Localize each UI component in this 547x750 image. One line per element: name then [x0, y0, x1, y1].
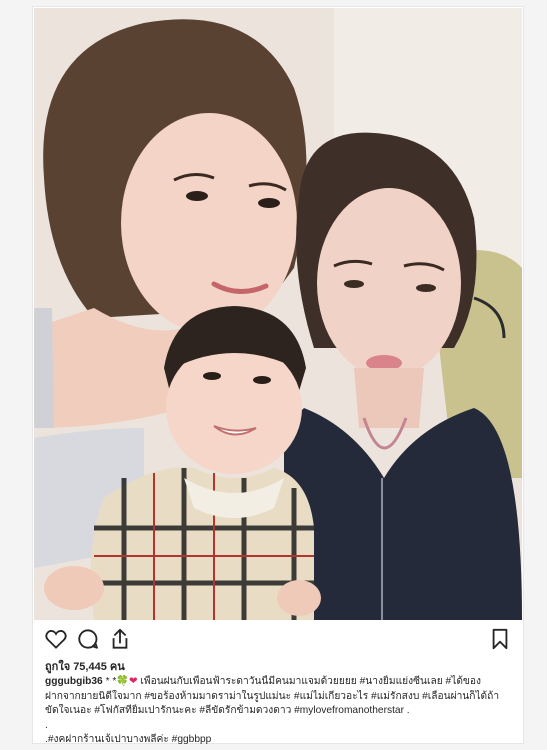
like-button[interactable] [43, 627, 69, 651]
comment-button[interactable] [75, 627, 101, 651]
post-photo-illustration [34, 8, 522, 620]
bookmark-icon [492, 628, 508, 650]
caption-line-5: .#งคฝากร้านเจ้เปาบางพลีค่ะ #ggbbpp [45, 734, 212, 746]
heart-outline-icon [45, 630, 67, 649]
post-caption: gggubgib36 * *🍀❤ เพื่อนฝนกับเพื่อนฟ้าระด… [45, 675, 515, 748]
share-button[interactable] [107, 627, 133, 651]
caption-line-1: gggubgib36 * *🍀❤ เพื่อนฝนกับเพื่อนฟ้าระด… [45, 675, 515, 690]
post-photo[interactable] [34, 8, 522, 620]
caption-line-4: . [45, 719, 48, 731]
post-actions-bar [43, 627, 513, 651]
caption-line-2: ฝากจากยายนิดีใจมาก #ขอร้องห้ามมาดราม่าใน… [45, 690, 500, 702]
comment-bubble-icon [78, 629, 98, 649]
red-heart-emoji-icon: ❤ [129, 676, 138, 687]
caption-line-3: ขัดใจเนอะ #โฟกัสที่ยิ้มเปารักนะคะ #ลีขัด… [45, 705, 410, 717]
caption-username[interactable]: gggubgib36 [45, 676, 103, 687]
save-button[interactable] [487, 627, 513, 651]
clover-emoji-icon: 🍀 [116, 676, 130, 687]
likes-count[interactable]: ถูกใจ 75,445 คน [45, 657, 125, 675]
caption-text-1: เพื่อนฝนกับเพื่อนฟ้าระดาวันนี้มีคนมาแจมด… [137, 676, 481, 687]
instagram-post-card: ถูกใจ 75,445 คน gggubgib36 * *🍀❤ เพื่อนฝ… [32, 6, 524, 745]
caption-stars: * * [102, 676, 117, 687]
share-upload-icon [112, 628, 128, 649]
